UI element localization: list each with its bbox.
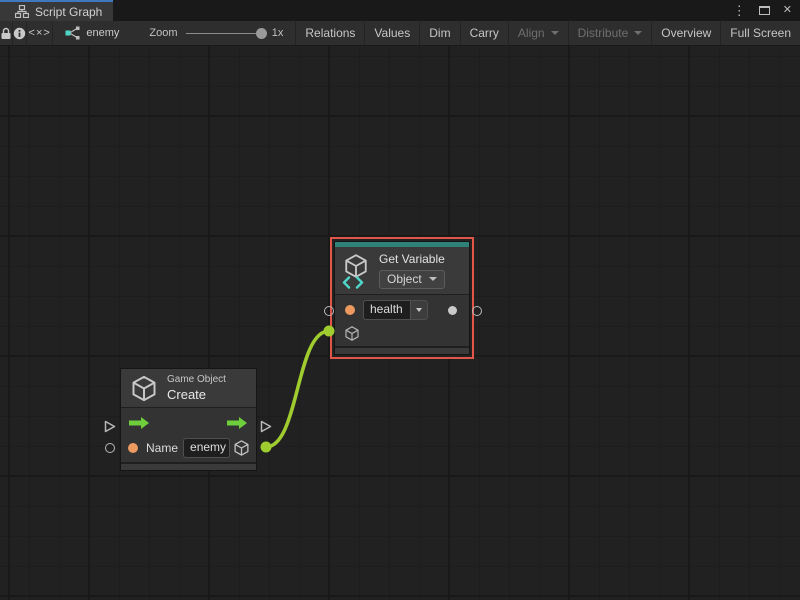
create-flow-out-triangle[interactable] [260, 420, 272, 438]
gameobject-cube-icon [130, 374, 158, 403]
dim-button[interactable]: Dim [420, 21, 460, 45]
close-icon[interactable]: ✕ [783, 5, 792, 16]
graph-info-section: enemy Zoom 1x [53, 21, 296, 45]
titlebar: Script Graph ⋮ ✕ [0, 0, 800, 21]
edit-graph-button[interactable]: <×> [27, 21, 53, 45]
tab-script-graph[interactable]: Script Graph [0, 0, 113, 21]
chevron-down-icon [416, 308, 422, 312]
node-title: Create [167, 387, 226, 402]
gameobject-output-port[interactable] [233, 439, 250, 457]
relations-button[interactable]: Relations [296, 21, 365, 45]
node-footer [121, 462, 256, 470]
lock-button[interactable] [0, 21, 13, 45]
hierarchy-icon [15, 5, 29, 18]
create-left-port-circle[interactable] [105, 443, 115, 453]
name-input-label: Name [146, 441, 178, 455]
gameobject-input-port[interactable] [344, 325, 360, 342]
flow-output-arrow[interactable] [227, 417, 248, 429]
flow-input-arrow[interactable] [129, 417, 150, 429]
distribute-button: Distribute [569, 21, 653, 45]
chevron-down-icon [551, 31, 559, 35]
script-graph-window: Script Graph ⋮ ✕ [0, 0, 800, 600]
node-category: Game Object [167, 374, 226, 385]
variable-name-field[interactable]: health [363, 300, 411, 320]
graph-icon [65, 26, 80, 40]
variable-scope-dropdown[interactable]: Object [379, 270, 445, 289]
fullscreen-button[interactable]: Full Screen [721, 21, 800, 45]
node-create-gameobject[interactable]: Game Object Create Name enem [120, 368, 257, 471]
maximize-icon[interactable] [759, 6, 770, 15]
variable-name-dropdown[interactable] [411, 300, 428, 320]
node-footer [335, 346, 469, 354]
chevron-down-icon [429, 277, 437, 281]
zoom-slider-handle[interactable] [256, 28, 267, 39]
code-icon [341, 276, 365, 289]
wire-start-dot [261, 442, 272, 453]
zoom-label: Zoom [149, 27, 177, 39]
graph-name: enemy [86, 27, 119, 39]
overview-button[interactable]: Overview [652, 21, 721, 45]
name-input-port[interactable] [128, 443, 138, 453]
align-button: Align [509, 21, 569, 45]
zoom-slider[interactable] [186, 33, 264, 34]
chevron-down-icon [634, 31, 642, 35]
get-variable-left-port-circle[interactable] [324, 306, 334, 316]
info-icon [13, 27, 26, 40]
create-flow-in-triangle[interactable] [104, 420, 116, 438]
name-value-field[interactable]: enemy [183, 438, 230, 458]
node-get-variable[interactable]: Get Variable Object health [330, 237, 474, 359]
graph-canvas[interactable]: Get Variable Object health [0, 46, 800, 600]
lock-icon [0, 27, 12, 40]
window-controls: ⋮ ✕ [733, 0, 792, 21]
tab-label: Script Graph [35, 5, 102, 19]
name-input-port[interactable] [345, 305, 355, 315]
carry-button[interactable]: Carry [461, 21, 509, 45]
zoom-value: 1x [272, 27, 284, 39]
toolbar: <×> enemy Zoom 1x Relations Values Dim C… [0, 21, 800, 46]
variable-cube-icon [343, 253, 371, 289]
info-button[interactable] [13, 21, 27, 45]
more-icon[interactable]: ⋮ [733, 4, 746, 17]
code-brackets-icon: <×> [29, 27, 51, 39]
node-title: Get Variable [379, 252, 445, 266]
values-button[interactable]: Values [365, 21, 420, 45]
value-output-port[interactable] [448, 306, 457, 315]
get-variable-right-port-circle[interactable] [472, 306, 482, 316]
